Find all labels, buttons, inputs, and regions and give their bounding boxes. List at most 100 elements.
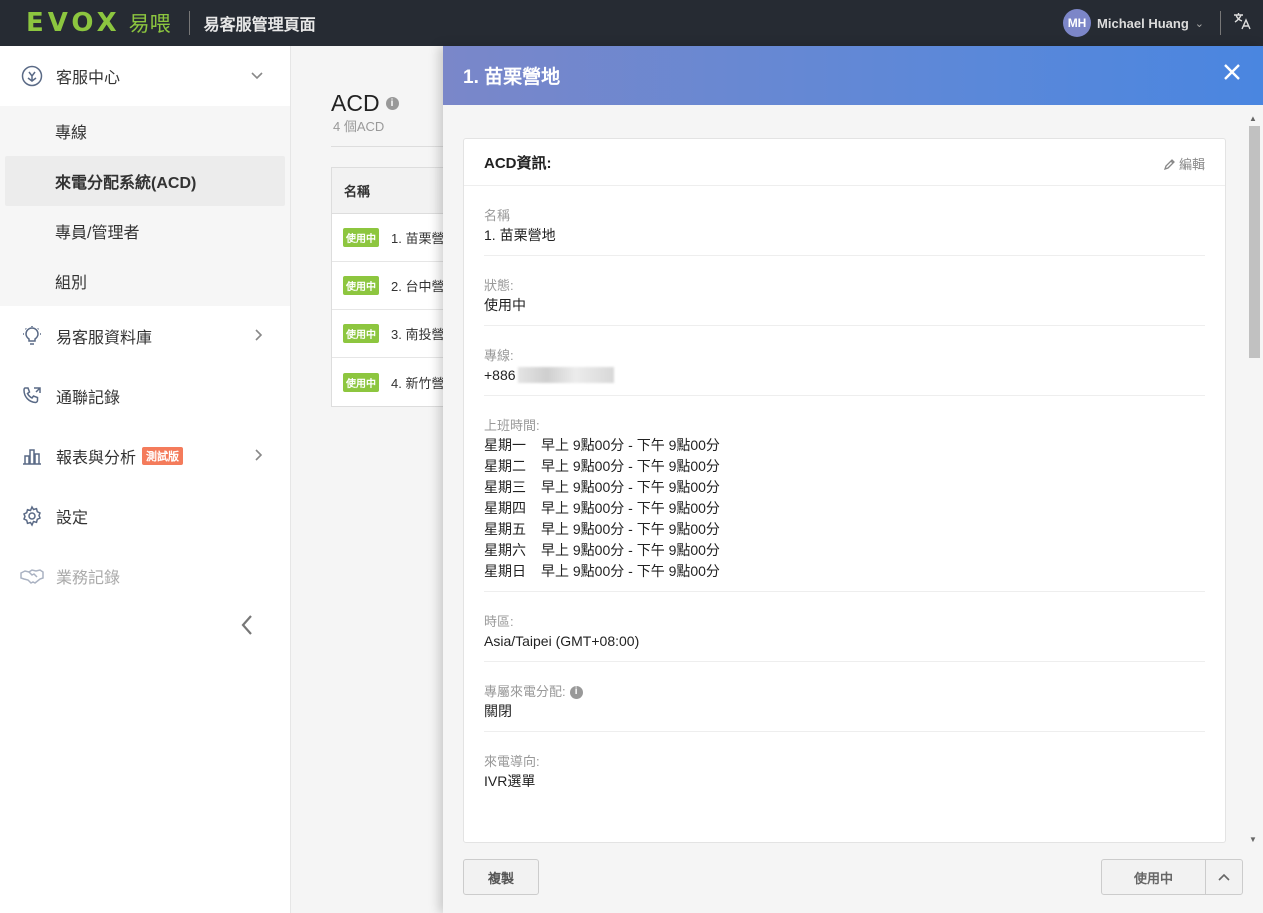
- drawer-header: 1. 苗栗營地: [443, 46, 1263, 105]
- status-badge: 使用中: [343, 372, 379, 392]
- schedule-hours: 早上 9點00分 - 下午 9點00分: [541, 479, 720, 495]
- field-status: 狀態: 使用中: [484, 256, 1205, 326]
- logo-text: EVOX: [26, 8, 121, 38]
- field-label: 來電導向:: [484, 754, 540, 769]
- edit-label: 編輯: [1178, 157, 1205, 172]
- field-timezone: 時區: Asia/Taipei (GMT+08:00): [484, 592, 1205, 662]
- schedule-hours: 早上 9點00分 - 下午 9點00分: [541, 500, 720, 516]
- handshake-icon: [20, 564, 44, 588]
- field-label: 時區:: [484, 614, 514, 629]
- schedule-row: 星期一 早上 9點00分 - 下午 9點00分: [484, 435, 1205, 456]
- sidebar-subitem-agents[interactable]: 專員/管理者: [5, 206, 285, 256]
- field-value: IVR選單: [484, 773, 536, 789]
- redacted-number: [517, 367, 614, 383]
- schedule-list: 星期一 早上 9點00分 - 下午 9點00分 星期二 早上 9點00分 - 下午 …: [484, 435, 1205, 582]
- schedule-day: 星期二: [484, 458, 526, 474]
- sidebar-item-label: 業務記錄: [56, 570, 121, 587]
- sidebar-item-label: 客服中心: [56, 70, 121, 87]
- top-separator: [1220, 11, 1221, 35]
- sidebar-subitem-acd[interactable]: 來電分配系統(ACD): [5, 156, 285, 206]
- field-label: 名稱: [484, 208, 511, 223]
- schedule-row: 星期三 早上 9點00分 - 下午 9點00分: [484, 477, 1205, 498]
- user-area: MH Michael Huang ⌄: [1063, 0, 1263, 46]
- copy-button[interactable]: 複製: [463, 859, 539, 895]
- schedule-row: 星期日 早上 9點00分 - 下午 9點00分: [484, 561, 1205, 582]
- logo[interactable]: EVOX 易喂: [26, 8, 171, 38]
- schedule-row: 星期五 早上 9點00分 - 下午 9點00分: [484, 519, 1205, 540]
- schedule-day: 星期一: [484, 437, 526, 453]
- sidebar-item-label: 通聯記錄: [56, 390, 121, 407]
- sidebar-item-customer-service[interactable]: 客服中心: [0, 46, 290, 106]
- sidebar-item-label: 易客服資料庫: [56, 330, 153, 347]
- card-header: ACD資訊: 編輯: [464, 139, 1225, 186]
- sidebar-item-reports[interactable]: 報表與分析 測試版: [0, 426, 290, 486]
- field-label: 專線:: [484, 348, 514, 363]
- info-icon[interactable]: i: [569, 685, 583, 699]
- schedule-day: 星期四: [484, 500, 526, 516]
- status-badge: 使用中: [343, 324, 379, 343]
- field-value: +886: [484, 365, 1205, 386]
- bar-chart-icon: [20, 444, 44, 468]
- trial-badge: 測試版: [142, 447, 184, 465]
- sidebar-subitem-groups[interactable]: 組別: [5, 256, 285, 306]
- schedule-hours: 早上 9點00分 - 下午 9點00分: [541, 563, 720, 579]
- sidebar-item-business-records[interactable]: 業務記錄: [0, 546, 290, 606]
- sidebar-item-label: 設定: [56, 510, 89, 527]
- field-label-row: 專屬來電分配: i: [484, 684, 1205, 700]
- phone-prefix: +886: [484, 367, 516, 383]
- sidebar: 客服中心 專線 來電分配系統(ACD) 專員/管理者 組別 易客服資料庫 通聯記: [0, 46, 291, 913]
- scrollbar[interactable]: ▲ ▼: [1248, 114, 1260, 844]
- gear-icon: [20, 504, 44, 528]
- schedule-hours: 早上 9點00分 - 下午 9點00分: [541, 521, 720, 537]
- phone-log-icon: [20, 384, 44, 408]
- acd-count: 4 個ACD: [333, 119, 385, 134]
- acd-heading: ACD i: [331, 90, 399, 117]
- scroll-thumb[interactable]: [1249, 126, 1260, 358]
- scroll-up-icon[interactable]: ▲: [1249, 114, 1257, 123]
- sidebar-item-label: 報表與分析: [56, 450, 137, 467]
- field-label: 狀態:: [484, 278, 514, 293]
- top-bar: EVOX 易喂 易客服管理頁面 MH Michael Huang ⌄: [0, 0, 1263, 46]
- card-title: ACD資訊:: [484, 154, 552, 172]
- customer-service-icon: [20, 64, 44, 88]
- status-badge: 使用中: [343, 228, 379, 247]
- schedule-row: 星期六 早上 9點00分 - 下午 9點00分: [484, 540, 1205, 561]
- field-call-routing: 來電導向: IVR選單: [484, 732, 1205, 801]
- status-badge: 使用中: [343, 276, 379, 295]
- schedule-row: 星期二 早上 9點00分 - 下午 9點00分: [484, 456, 1205, 477]
- translate-icon[interactable]: [1231, 11, 1253, 36]
- collapse-sidebar-icon[interactable]: [240, 612, 254, 643]
- schedule-day: 星期三: [484, 479, 526, 495]
- acd-title: ACD: [331, 90, 380, 116]
- edit-button[interactable]: 編輯: [1163, 154, 1205, 173]
- pencil-icon: [1163, 158, 1175, 170]
- sidebar-item-settings[interactable]: 設定: [0, 486, 290, 546]
- chevron-right-icon: [254, 328, 264, 345]
- schedule-hours: 早上 9點00分 - 下午 9點00分: [541, 542, 720, 558]
- sidebar-subitem-lines[interactable]: 專線: [5, 106, 285, 156]
- schedule-day: 星期六: [484, 542, 526, 558]
- schedule-day: 星期日: [484, 563, 526, 579]
- avatar[interactable]: MH: [1063, 9, 1092, 37]
- chevron-up-icon[interactable]: [1206, 860, 1242, 894]
- schedule-hours: 早上 9點00分 - 下午 9點00分: [541, 458, 720, 474]
- acd-info-card: ACD資訊: 編輯 名稱 1. 苗栗營地 狀態: 使用中 專線: +886 上班…: [463, 138, 1226, 843]
- field-dedicated-routing: 專屬來電分配: i 關閉: [484, 662, 1205, 732]
- customer-service-submenu: 專線 來電分配系統(ACD) 專員/管理者 組別: [0, 106, 290, 306]
- sidebar-item-knowledge-base[interactable]: 易客服資料庫: [0, 306, 290, 366]
- status-button[interactable]: 使用中: [1102, 860, 1206, 894]
- page-title: 易客服管理頁面: [203, 17, 316, 34]
- user-name[interactable]: Michael Huang: [1097, 16, 1189, 31]
- field-name: 名稱 1. 苗栗營地: [484, 186, 1205, 256]
- field-value: Asia/Taipei (GMT+08:00): [484, 633, 640, 649]
- sidebar-item-call-log[interactable]: 通聯記錄: [0, 366, 290, 426]
- close-icon[interactable]: [1223, 62, 1241, 86]
- field-label: 專屬來電分配:: [484, 684, 566, 699]
- info-icon[interactable]: i: [385, 97, 399, 110]
- drawer-footer: 複製 使用中: [443, 843, 1263, 913]
- acd-detail-drawer: 1. 苗栗營地 ACD資訊: 編輯 名稱 1. 苗栗營地 狀態: 使用中 專線:…: [443, 46, 1263, 913]
- schedule-day: 星期五: [484, 521, 526, 537]
- top-divider: [188, 11, 190, 35]
- field-value: 1. 苗栗營地: [484, 227, 556, 243]
- chevron-down-icon[interactable]: ⌄: [1195, 17, 1204, 30]
